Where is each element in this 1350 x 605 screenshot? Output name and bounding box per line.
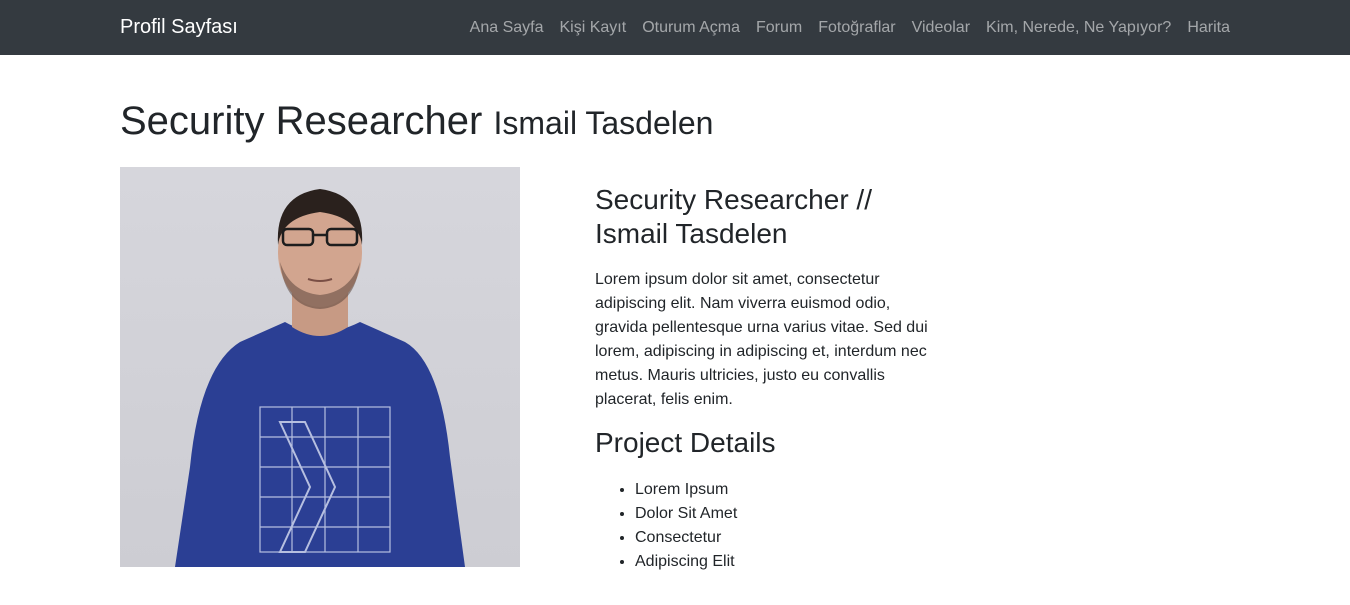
nav-link-kim-nerede[interactable]: Kim, Nerede, Ne Yapıyor? <box>978 19 1179 37</box>
profile-description: Lorem ipsum dolor sit amet, consectetur … <box>595 271 928 409</box>
page-title-role: Security Researcher <box>120 99 483 143</box>
page-title: Security Researcher Ismail Tasdelen <box>120 97 1230 145</box>
main-container: Security Researcher Ismail Tasdelen Secu… <box>0 97 1350 574</box>
nav-link-fotograflar[interactable]: Fotoğraflar <box>810 19 903 37</box>
nav-link-kisi-kayit[interactable]: Kişi Kayıt <box>552 19 635 37</box>
nav-link-videolar[interactable]: Videolar <box>904 19 978 37</box>
top-navbar: Profil Sayfası Ana Sayfa Kişi Kayıt Otur… <box>0 0 1350 55</box>
nav-link-harita[interactable]: Harita <box>1179 19 1230 37</box>
page-title-name: Ismail Tasdelen <box>493 105 714 141</box>
list-item: Adipiscing Elit <box>635 550 935 574</box>
profile-row: Security Researcher // Ismail Tasdelen L… <box>120 167 1230 574</box>
project-details-list: Lorem Ipsum Dolor Sit Amet Consectetur A… <box>595 478 935 574</box>
profile-photo <box>120 167 520 567</box>
nav-link-ana-sayfa[interactable]: Ana Sayfa <box>462 19 552 37</box>
nav-link-forum[interactable]: Forum <box>748 19 810 37</box>
list-item: Lorem Ipsum <box>635 478 935 502</box>
profile-details: Security Researcher // Ismail Tasdelen L… <box>595 167 935 574</box>
nav-link-oturum-acma[interactable]: Oturum Açma <box>634 19 748 37</box>
project-details-heading: Project Details <box>595 427 776 459</box>
list-item: Consectetur <box>635 526 935 550</box>
nav-menu: Ana Sayfa Kişi Kayıt Oturum Açma Forum F… <box>462 19 1230 37</box>
profile-heading: Security Researcher // Ismail Tasdelen <box>595 184 872 249</box>
list-item: Dolor Sit Amet <box>635 502 935 526</box>
navbar-brand[interactable]: Profil Sayfası <box>120 16 238 39</box>
profile-photo-illustration <box>175 189 465 567</box>
